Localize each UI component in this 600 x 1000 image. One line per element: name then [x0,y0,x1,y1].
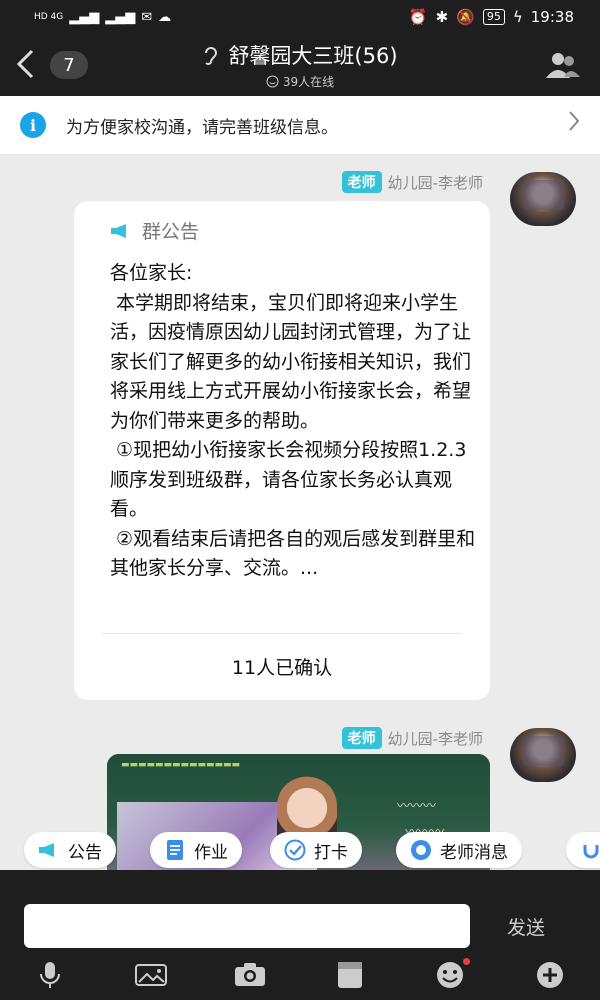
homework-chip-label: 作业 [194,842,228,863]
homework-chip[interactable]: 作业 [150,832,242,868]
teacher-messages-chip[interactable]: 老师消息 [396,832,522,868]
group-members-button[interactable] [542,50,582,80]
input-toolbar [0,950,600,1000]
photo-icon [135,964,167,986]
charging-icon: ϟ [512,8,523,26]
camera-icon [235,963,265,986]
announcement-body: 各位家长: 本学期即将结束，宝贝们即将迎来小学生活，因疫情原因幼儿园封闭式管理，… [110,262,476,579]
teacher-messages-chip-label: 老师消息 [440,842,508,863]
announcement-title: 群公告 [142,221,200,243]
signal-icon: ▂▄▆ [69,9,100,25]
clock: 19:38 [530,8,574,26]
checkin-chip[interactable]: 打卡 [270,832,362,868]
quick-actions: 公告 作业 打卡 老师消息 [0,832,600,870]
announcement-chip-label: 公告 [68,842,102,863]
message-sender-row: 老师 幼儿园-李老师 [341,727,483,749]
confirm-count[interactable]: 11人已确认 [74,653,490,680]
ear-icon [205,47,218,65]
bluetooth-icon: ✱ [435,8,449,26]
sender-avatar[interactable] [510,728,576,782]
message-sender-row: 老师 幼儿园-李老师 [341,171,483,193]
status-bar: HD 4G ▂▄▆ ▂▄▆ ✉ ☁ ⏰ ✱ 🔕 95 ϟ 19:38 [0,0,600,34]
more-icon [580,839,600,861]
video-banner-decoration: ▬▬▬▬▬▬▬▬▬▬▬▬▬▬ [121,760,241,770]
mute-icon: 🔕 [456,8,475,26]
notification-dot [463,958,470,965]
online-status: 39人在线 [150,73,450,90]
weather-icon: ☁ [158,9,172,25]
alarm-icon: ⏰ [408,8,428,26]
chat-title: 舒馨园大三班(56) [228,44,398,68]
emoji-button[interactable] [432,958,470,992]
clipboard-button[interactable] [332,958,368,992]
microphone-icon [40,962,60,988]
megaphone-icon [38,839,60,861]
info-icon: i [20,112,46,138]
announcement-chip[interactable]: 公告 [24,832,116,868]
unread-count-badge[interactable]: 7 [50,51,88,79]
emoji-icon [437,962,463,988]
plus-icon [537,962,563,988]
more-button[interactable] [532,958,568,992]
checkin-chip-label: 打卡 [314,842,348,863]
camera-button[interactable] [232,958,268,992]
message-input-bar: 发送 [0,870,600,950]
status-left: HD 4G ▂▄▆ ▂▄▆ ✉ ☁ [34,10,171,25]
voice-button[interactable] [32,958,68,992]
more-actions-chip[interactable] [566,832,600,868]
megaphone-icon [111,223,126,238]
chat-title-area: 舒馨园大三班(56) 39人在线 [150,40,450,90]
announcement-header: 群公告 [110,217,199,244]
online-count: 39人在线 [282,75,335,89]
clipboard-icon [338,962,362,988]
photo-button[interactable] [133,958,169,992]
divider [102,633,462,634]
send-button[interactable]: 发送 [488,908,564,944]
chat-header: 7 舒馨园大三班(56) 39人在线 [0,34,600,96]
sender-avatar[interactable] [510,172,576,226]
chevron-right-icon [568,110,580,138]
back-button[interactable] [8,46,44,82]
chevron-left-icon [16,49,34,79]
teacher-tag: 老师 [341,171,382,193]
signal-icon-2: ▂▄▆ [105,9,136,25]
check-circle-icon [284,839,306,861]
wechat-icon: ✉ [141,9,153,25]
chat-bubble-icon [410,839,432,861]
smile-icon [266,75,279,88]
network-indicator: HD 4G [34,12,64,22]
banner-text: 为方便家校沟通，请完善班级信息。 [66,117,338,138]
group-members-icon [546,53,580,78]
teacher-tag: 老师 [341,727,382,749]
sender-name: 幼儿园-李老师 [387,729,483,748]
group-announcement-card[interactable]: 群公告 各位家长: 本学期即将结束，宝贝们即将迎来小学生活，因疫情原因幼儿园封闭… [74,201,490,700]
sender-name: 幼儿园-李老师 [387,173,483,192]
complete-info-banner[interactable]: i 为方便家校沟通，请完善班级信息。 [0,96,600,154]
battery-indicator: 95 [482,9,505,25]
document-icon [164,839,186,861]
message-input[interactable] [24,904,470,948]
chat-title-row: 舒馨园大三班(56) [150,40,450,70]
status-right: ⏰ ✱ 🔕 95 ϟ 19:38 [409,8,574,26]
